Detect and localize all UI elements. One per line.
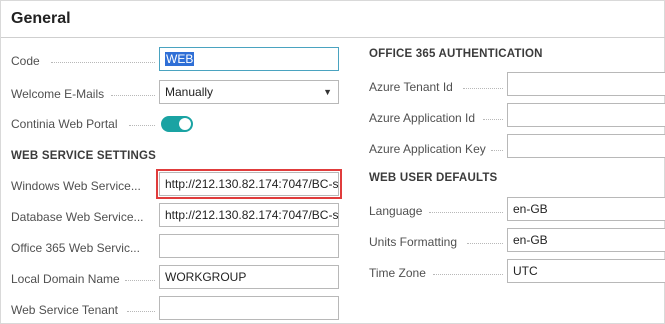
toggle-knob: [179, 118, 191, 130]
tenant-label: Web Service Tenant: [11, 303, 118, 317]
general-card: General Code WEB Welcome E-Mails Manuall…: [0, 0, 665, 324]
timezone-leader: [433, 274, 503, 275]
language-label: Language: [369, 204, 423, 218]
office365-auth-heading: OFFICE 365 AUTHENTICATION: [369, 48, 543, 60]
portal-leader: [129, 125, 155, 126]
windows-ws-value: http://212.130.82.174:7047/BC-ser: [165, 177, 339, 191]
azure-tenant-leader: [463, 88, 503, 89]
units-field[interactable]: en-GB: [507, 228, 665, 252]
local-domain-field[interactable]: WORKGROUP: [159, 265, 339, 289]
local-domain-value: WORKGROUP: [165, 270, 247, 284]
azure-app-label: Azure Application Id: [369, 111, 476, 125]
office-ws-field[interactable]: [159, 234, 339, 258]
azure-app-field[interactable]: [507, 103, 665, 127]
units-leader: [467, 243, 503, 244]
units-value: en-GB: [513, 233, 548, 247]
code-field[interactable]: WEB: [159, 47, 339, 71]
card-title: General: [11, 10, 71, 27]
database-ws-label: Database Web Service...: [11, 210, 144, 224]
portal-label: Continia Web Portal: [11, 117, 118, 131]
windows-ws-field[interactable]: http://212.130.82.174:7047/BC-ser: [156, 169, 342, 199]
azure-tenant-field[interactable]: [507, 72, 665, 96]
azure-app-leader: [483, 119, 503, 120]
web-service-settings-heading: WEB SERVICE SETTINGS: [11, 150, 157, 162]
title-divider: [1, 37, 665, 38]
windows-ws-label: Windows Web Service...: [11, 179, 141, 193]
code-leader: [51, 62, 155, 63]
tenant-field[interactable]: [159, 296, 339, 320]
chevron-down-icon: ▼: [323, 87, 332, 97]
welcome-emails-select[interactable]: Manually ▼: [159, 80, 339, 104]
database-ws-value: http://212.130.82.174:7047/BC-ser: [165, 208, 339, 222]
timezone-field[interactable]: UTC: [507, 259, 665, 283]
azure-tenant-label: Azure Tenant Id: [369, 80, 453, 94]
language-value: en-GB: [513, 202, 548, 216]
azure-key-label: Azure Application Key: [369, 142, 486, 156]
units-label: Units Formatting: [369, 235, 458, 249]
language-field[interactable]: en-GB: [507, 197, 665, 221]
tenant-leader: [127, 311, 155, 312]
database-ws-field[interactable]: http://212.130.82.174:7047/BC-ser: [159, 203, 339, 227]
code-label: Code: [11, 54, 40, 68]
code-value: WEB: [165, 52, 195, 66]
azure-key-field[interactable]: [507, 134, 665, 158]
welcome-emails-label: Welcome E-Mails: [11, 87, 105, 101]
web-user-defaults-heading: WEB USER DEFAULTS: [369, 172, 498, 184]
timezone-value: UTC: [513, 264, 538, 278]
welcome-emails-leader: [111, 95, 155, 96]
language-leader: [429, 212, 503, 213]
portal-toggle[interactable]: [161, 116, 193, 132]
azure-key-leader: [491, 150, 503, 151]
local-domain-label: Local Domain Name: [11, 272, 120, 286]
welcome-emails-value: Manually: [165, 85, 214, 99]
local-domain-leader: [125, 280, 155, 281]
office-ws-label: Office 365 Web Servic...: [11, 241, 140, 255]
timezone-label: Time Zone: [369, 266, 426, 280]
